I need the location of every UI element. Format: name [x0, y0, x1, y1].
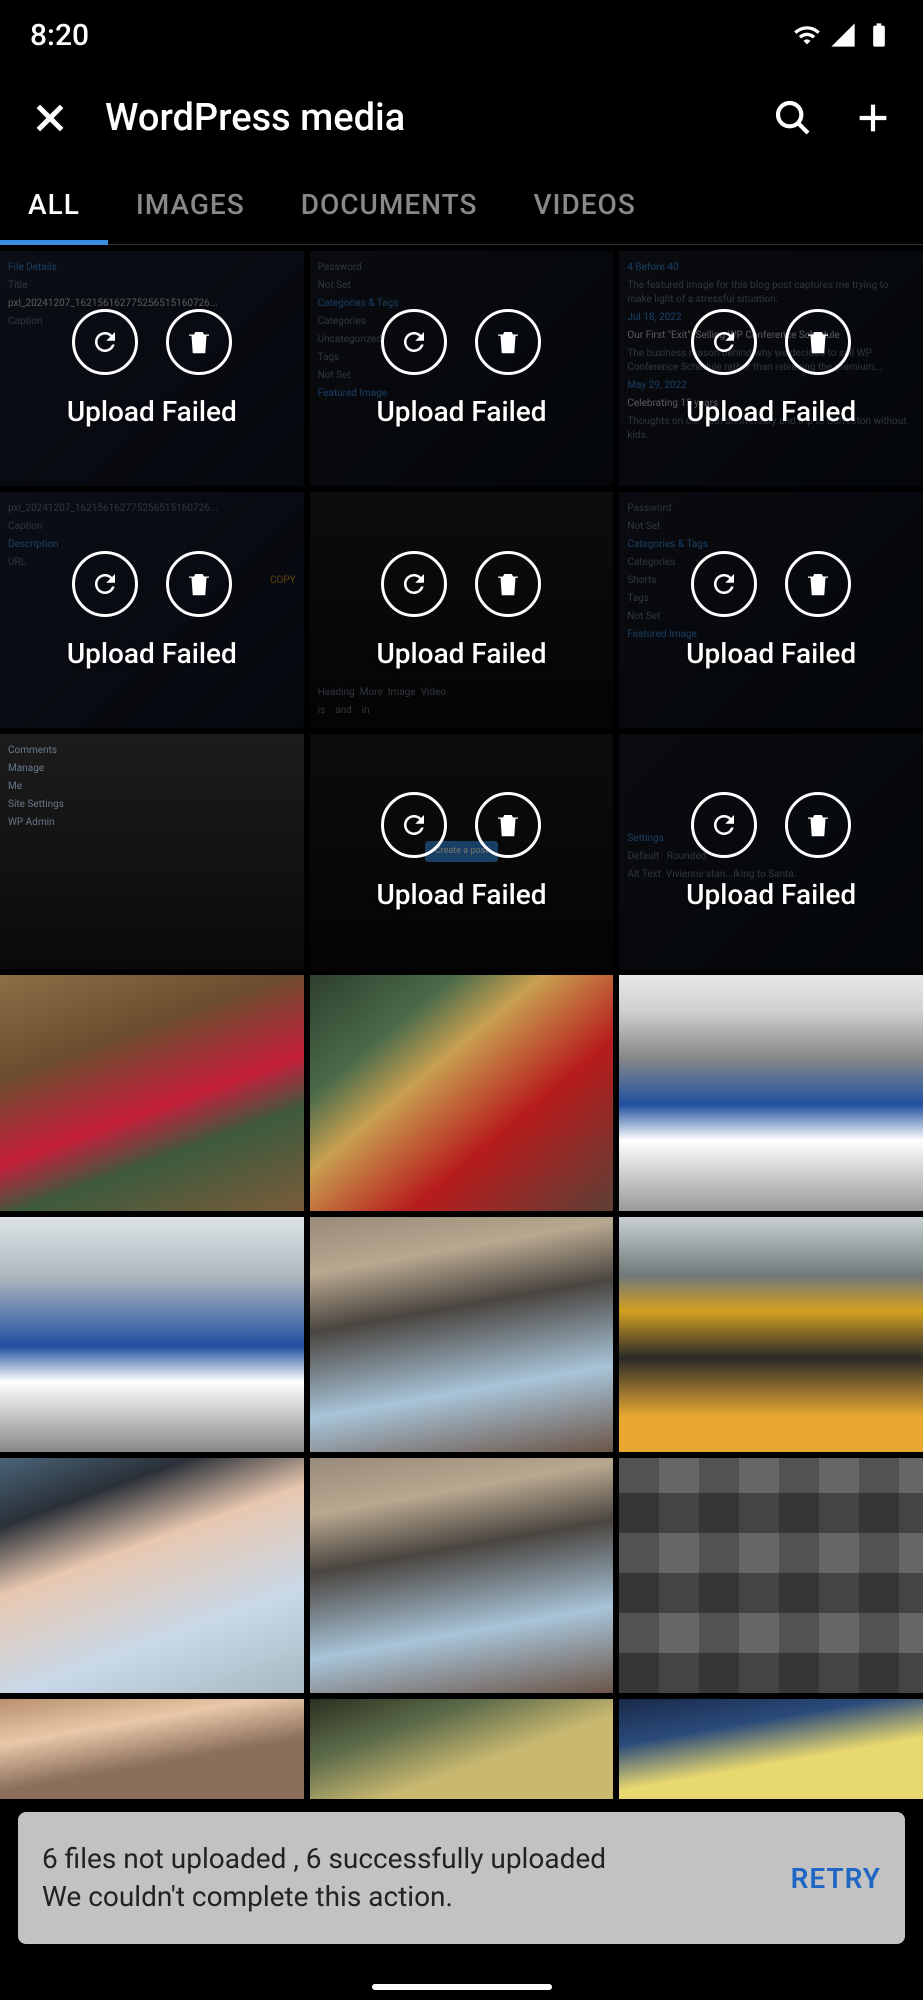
trash-icon	[493, 810, 523, 840]
trash-icon	[184, 569, 214, 599]
upload-failed-label: Upload Failed	[686, 637, 856, 670]
nav-indicator[interactable]	[372, 1984, 552, 1990]
media-grid: File Details Title pxl_20241207_16215616…	[0, 245, 923, 1805]
upload-failed-overlay: Upload Failed	[0, 492, 304, 727]
status-bar: 8:20	[0, 0, 923, 70]
media-item[interactable]: pxl_20241207_162156162775256515160726...…	[0, 492, 304, 727]
snackbar: 6 files not uploaded , 6 successfully up…	[18, 1812, 905, 1944]
trash-icon	[493, 569, 523, 599]
upload-failed-label: Upload Failed	[376, 395, 546, 428]
retry-button[interactable]	[72, 309, 138, 375]
search-icon	[773, 98, 813, 138]
upload-failed-label: Upload Failed	[376, 878, 546, 911]
media-item[interactable]: Heading More Image Video is and in Uploa…	[310, 492, 614, 727]
retry-button[interactable]	[381, 792, 447, 858]
media-item[interactable]	[0, 1699, 304, 1799]
retry-button[interactable]	[72, 551, 138, 617]
retry-icon	[399, 810, 429, 840]
upload-failed-overlay: Upload Failed	[310, 251, 614, 486]
media-item[interactable]	[619, 1458, 923, 1693]
signal-icon	[829, 21, 857, 49]
media-item[interactable]	[310, 1458, 614, 1693]
tabs: ALL IMAGES DOCUMENTS VIDEOS	[0, 165, 923, 245]
retry-icon	[90, 327, 120, 357]
upload-failed-label: Upload Failed	[376, 637, 546, 670]
retry-icon	[399, 569, 429, 599]
upload-failed-label: Upload Failed	[67, 395, 237, 428]
delete-button[interactable]	[475, 551, 541, 617]
delete-button[interactable]	[475, 309, 541, 375]
tab-videos[interactable]: VIDEOS	[505, 165, 663, 244]
retry-icon	[399, 327, 429, 357]
search-button[interactable]	[768, 93, 818, 143]
snackbar-message: 6 files not uploaded , 6 successfully up…	[42, 1840, 771, 1916]
media-item[interactable]: Comments Manage Me Site Settings WP Admi…	[0, 734, 304, 969]
media-item[interactable]	[619, 975, 923, 1210]
media-item[interactable]	[619, 1217, 923, 1452]
close-icon	[30, 98, 70, 138]
retry-button[interactable]	[691, 309, 757, 375]
upload-failed-label: Upload Failed	[686, 878, 856, 911]
upload-failed-label: Upload Failed	[67, 637, 237, 670]
close-button[interactable]	[25, 93, 75, 143]
plus-icon	[853, 98, 893, 138]
media-item[interactable]: Password Not Set Categories & Tags Categ…	[619, 492, 923, 727]
tab-documents[interactable]: DOCUMENTS	[273, 165, 506, 244]
app-bar: WordPress media	[0, 70, 923, 165]
trash-icon	[184, 327, 214, 357]
media-item[interactable]	[310, 1699, 614, 1799]
tab-images[interactable]: IMAGES	[108, 165, 273, 244]
retry-button[interactable]	[381, 309, 447, 375]
media-item[interactable]	[310, 1217, 614, 1452]
retry-button[interactable]	[691, 551, 757, 617]
retry-icon	[90, 569, 120, 599]
upload-failed-overlay: Upload Failed	[0, 251, 304, 486]
retry-action[interactable]: RETRY	[791, 1862, 881, 1895]
retry-icon	[709, 569, 739, 599]
delete-button[interactable]	[785, 551, 851, 617]
upload-failed-overlay: Upload Failed	[310, 734, 614, 969]
thumbnail-preview: Comments Manage Me Site Settings WP Admi…	[0, 734, 304, 969]
status-icons	[793, 21, 893, 49]
trash-icon	[803, 569, 833, 599]
media-item[interactable]	[310, 975, 614, 1210]
retry-button[interactable]	[381, 551, 447, 617]
tab-all[interactable]: ALL	[0, 165, 108, 244]
retry-icon	[709, 810, 739, 840]
battery-icon	[865, 21, 893, 49]
delete-button[interactable]	[475, 792, 541, 858]
media-item[interactable]: Password Not Set Categories & Tags Categ…	[310, 251, 614, 486]
upload-failed-overlay: Upload Failed	[310, 492, 614, 727]
media-item[interactable]: Create a post Upload Failed	[310, 734, 614, 969]
status-time: 8:20	[30, 18, 89, 53]
delete-button[interactable]	[166, 309, 232, 375]
media-item[interactable]: 4 Before 40 The featured image for this …	[619, 251, 923, 486]
media-item[interactable]	[0, 1458, 304, 1693]
delete-button[interactable]	[785, 309, 851, 375]
delete-button[interactable]	[785, 792, 851, 858]
delete-button[interactable]	[166, 551, 232, 617]
trash-icon	[803, 327, 833, 357]
media-item[interactable]	[0, 1217, 304, 1452]
upload-failed-overlay: Upload Failed	[619, 734, 923, 969]
media-item[interactable]	[619, 1699, 923, 1799]
media-item[interactable]: File Details Title pxl_20241207_16215616…	[0, 251, 304, 486]
retry-button[interactable]	[691, 792, 757, 858]
upload-failed-overlay: Upload Failed	[619, 251, 923, 486]
wifi-icon	[793, 21, 821, 49]
retry-icon	[709, 327, 739, 357]
trash-icon	[493, 327, 523, 357]
page-title: WordPress media	[105, 96, 738, 140]
add-button[interactable]	[848, 93, 898, 143]
upload-failed-label: Upload Failed	[686, 395, 856, 428]
upload-failed-overlay: Upload Failed	[619, 492, 923, 727]
media-item[interactable]	[0, 975, 304, 1210]
media-item[interactable]: Settings Default Rounded Alt Text Vivien…	[619, 734, 923, 969]
trash-icon	[803, 810, 833, 840]
